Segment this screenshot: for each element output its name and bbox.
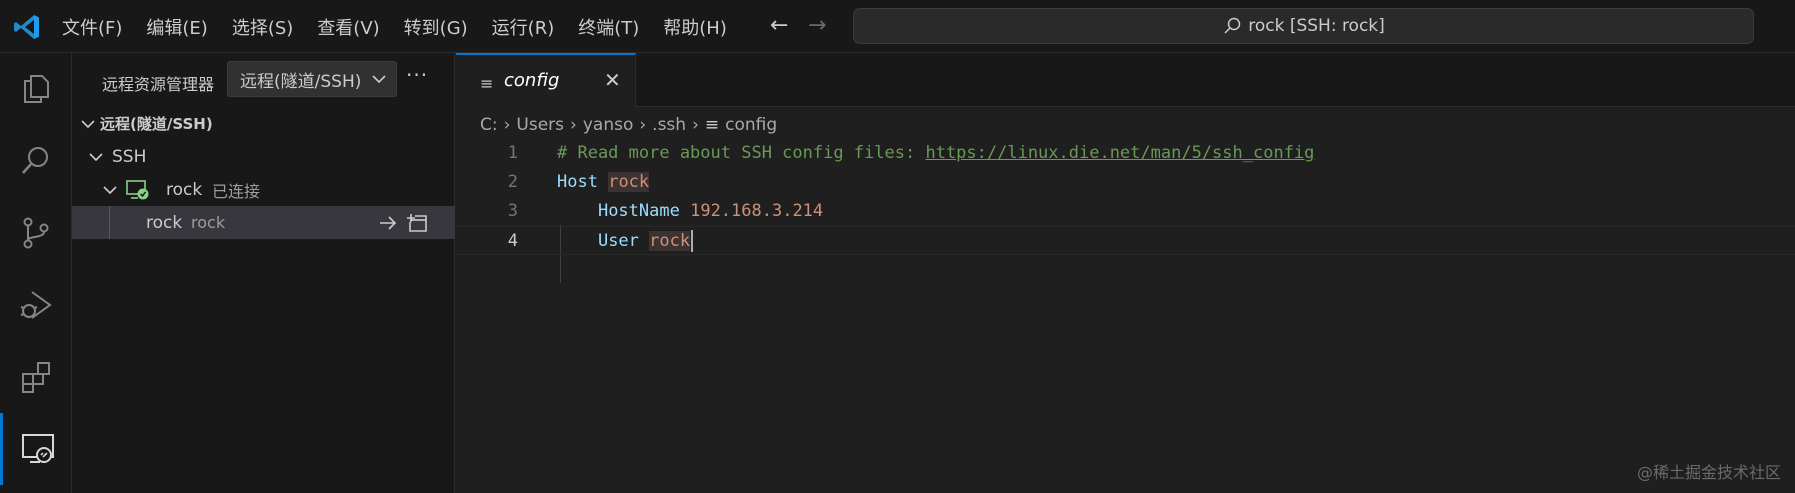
close-icon[interactable]: ✕ [604,68,621,92]
comment-text: # Read more about SSH config files: [557,143,926,163]
value: rock [649,231,691,251]
sidebar-header: 远程资源管理器 远程(隧道/SSH) ··· [72,53,455,107]
line-number: 3 [507,201,518,221]
vscode-logo-icon[interactable] [12,12,42,42]
menu-bar: 文件(F) 编辑(E) 选择(S) 查看(V) 转到(G) 运行(R) 终端(T… [62,0,751,53]
menu-file[interactable]: 文件(F) [62,14,122,40]
activity-explorer[interactable] [0,53,72,125]
chevron-right-icon: › [692,115,699,135]
chevron-right-icon: › [503,115,511,135]
chevron-down-icon [81,119,95,128]
code-line: 1 # Read more about SSH config files: ht… [456,139,1795,168]
line-text: User rock [557,227,694,256]
tab-label: config [504,70,560,91]
connect-in-current-window-icon[interactable] [378,213,398,233]
chevron-down-icon [103,185,117,194]
watermark: @稀土掘金技术社区 [1636,463,1781,482]
more-actions-icon[interactable]: ··· [406,63,428,87]
activity-remote-explorer[interactable] [0,413,72,485]
line-number: 2 [507,172,518,192]
sidebar-title: 远程资源管理器 [102,75,215,94]
tree-item-remote-root[interactable]: 远程(隧道/SSH) [72,107,455,140]
title-bar: 文件(F) 编辑(E) 选择(S) 查看(V) 转到(G) 运行(R) 终端(T… [0,0,1795,53]
activity-run-debug[interactable] [0,269,72,341]
tree-item-label: rock [146,212,183,233]
menu-go[interactable]: 转到(G) [404,14,468,40]
menu-selection[interactable]: 选择(S) [232,14,293,40]
value: rock [608,172,650,192]
connect-in-new-window-icon[interactable] [406,213,428,233]
menu-terminal[interactable]: 终端(T) [578,14,639,40]
search-icon [22,147,48,174]
chevron-down-icon [372,75,386,84]
tree-item-connection-rock[interactable]: rock rock [72,206,455,239]
forward-arrow-icon[interactable]: → [808,13,826,38]
activity-bar [0,53,72,493]
comment-link[interactable]: https://linux.die.net/man/5/ssh_config [925,143,1314,163]
keyword: User [597,231,639,251]
command-center[interactable]: rock [SSH: rock] [853,8,1754,44]
search-icon [1224,17,1241,34]
breadcrumb-item[interactable]: C: [480,115,498,135]
text-cursor [691,230,694,252]
breadcrumb-item[interactable]: .ssh [652,115,686,135]
breadcrumb-item[interactable]: Users [516,115,564,135]
line-number: 4 [507,231,518,251]
source-control-icon [23,217,49,249]
menu-run[interactable]: 运行(R) [492,14,555,40]
breadcrumb: C: › Users › yanso › .ssh › ≡ config [480,111,777,139]
editor-area: ≡ config ✕ C: › Users › yanso › .ssh › ≡… [456,53,1795,493]
line-number: 1 [507,143,518,163]
menu-view[interactable]: 查看(V) [317,14,379,40]
menu-edit[interactable]: 编辑(E) [146,14,207,40]
indent-guide [109,206,110,239]
keyword: Host [557,172,598,192]
remote-explorer-icon [21,434,54,463]
code-line: 2 Host rock [456,168,1795,197]
activity-extensions[interactable] [0,341,72,413]
line-text: HostName 192.168.3.214 [557,197,823,226]
file-lines-icon: ≡ [480,74,494,93]
command-center-text: rock [SSH: rock] [1248,16,1385,36]
code-line-current: 4 User rock [456,226,1795,255]
connected-monitor-icon [126,180,149,200]
tree-item-label: SSH [112,146,147,167]
run-debug-icon [20,291,52,319]
back-arrow-icon[interactable]: ← [770,13,788,38]
breadcrumb-item[interactable]: yanso [583,115,634,135]
remote-explorer-sidebar: 远程资源管理器 远程(隧道/SSH) ··· 远程(隧道/SSH) SSH ro… [72,53,455,493]
activity-source-control[interactable] [0,197,72,269]
activity-search[interactable] [0,125,72,197]
line-text: Host rock [557,168,650,197]
menu-help[interactable]: 帮助(H) [663,14,727,40]
tab-config[interactable]: ≡ config ✕ [456,53,636,107]
remote-type-select-value: 远程(隧道/SSH) [240,71,362,92]
code-line: 3 HostName 192.168.3.214 [456,197,1795,226]
connection-status: 已连接 [212,181,261,201]
editor-tabs: ≡ config ✕ [456,53,1795,107]
line-text: # Read more about SSH config files: http… [557,139,1314,168]
value: 192.168.3.214 [690,201,824,221]
tree-item-label: rock [166,179,203,200]
chevron-right-icon: › [639,115,647,135]
chevron-down-icon [89,152,103,161]
file-lines-icon: ≡ [704,115,720,135]
extensions-icon [22,362,50,393]
chevron-right-icon: › [570,115,577,135]
breadcrumb-item[interactable]: config [725,115,777,135]
tree-item-description: rock [191,213,226,232]
files-icon [24,75,49,103]
tree-item-label: 远程(隧道/SSH) [100,115,213,133]
remote-type-select[interactable]: 远程(隧道/SSH) [227,61,397,97]
tree-item-host-rock[interactable]: rock 已连接 [72,173,455,206]
tree-item-ssh-group[interactable]: SSH [72,140,455,173]
keyword: HostName [597,201,680,221]
